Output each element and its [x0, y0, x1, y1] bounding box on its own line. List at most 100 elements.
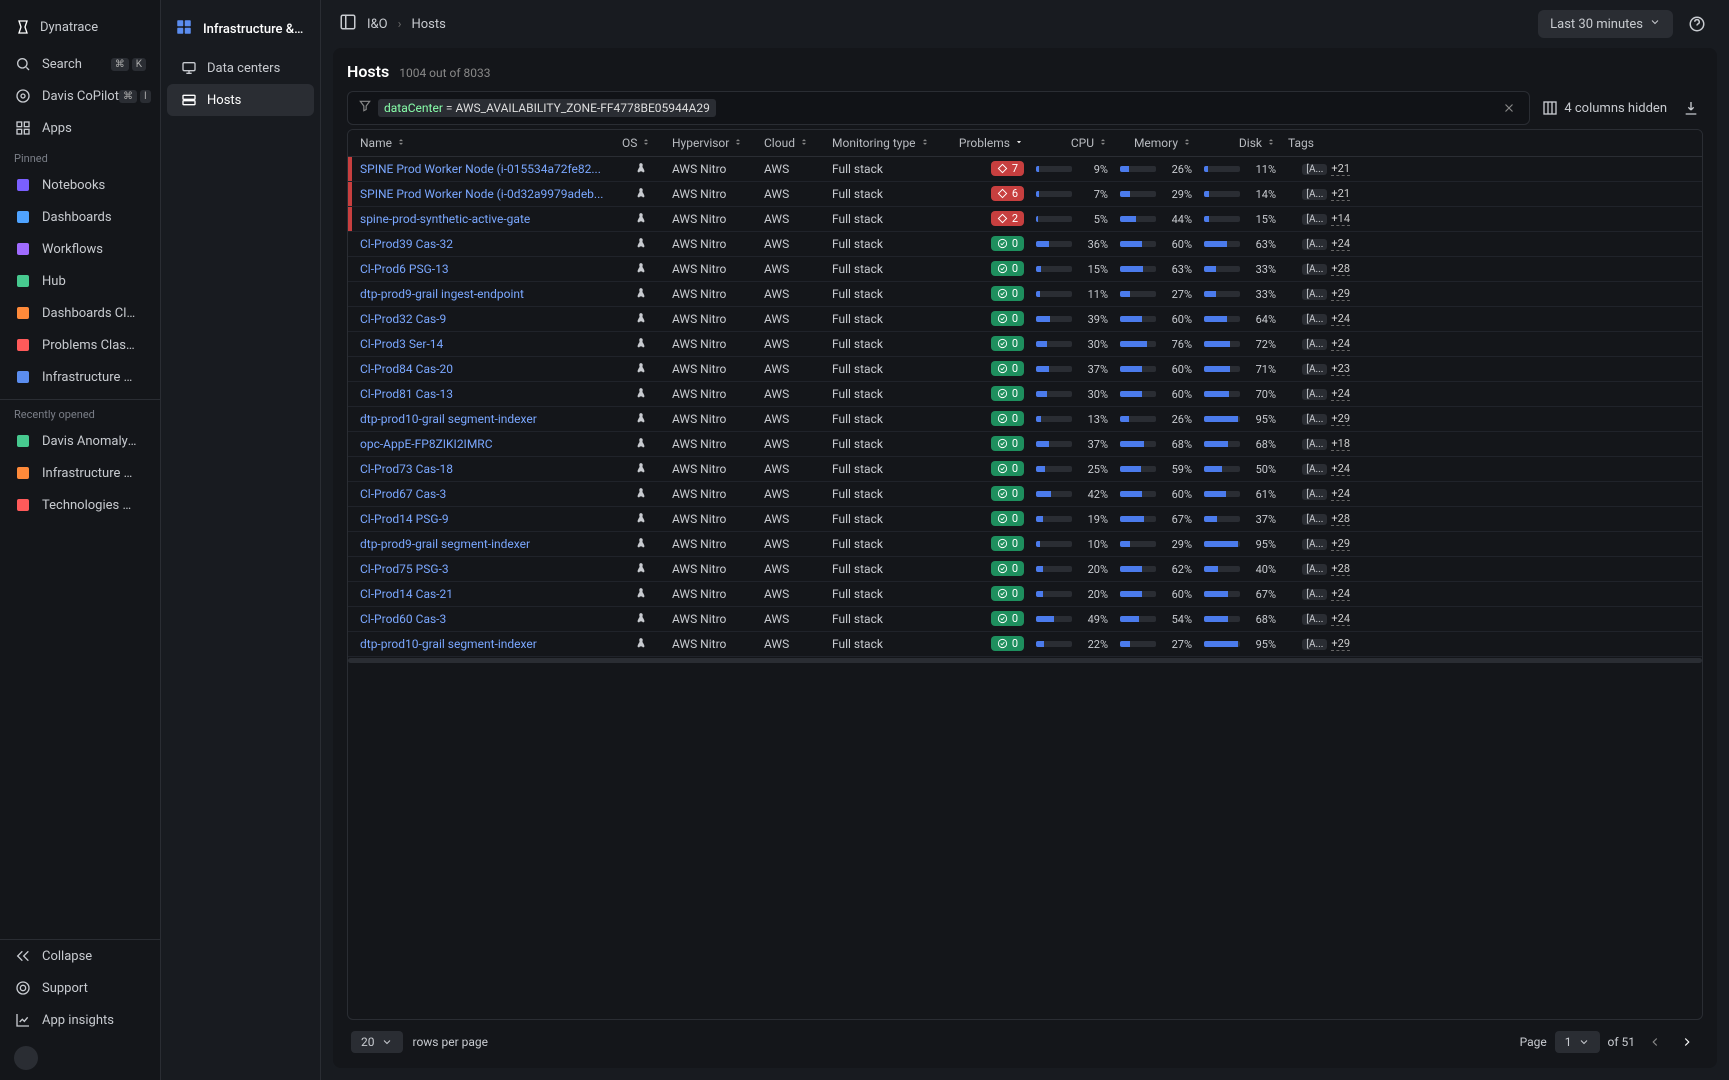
- time-range-selector[interactable]: Last 30 minutes: [1538, 10, 1673, 38]
- problem-badge[interactable]: 0: [991, 486, 1024, 501]
- tag-chip[interactable]: [A...: [1302, 589, 1327, 600]
- apps[interactable]: Apps: [0, 112, 160, 144]
- tags-more[interactable]: +28: [1331, 512, 1350, 526]
- collapse-button[interactable]: Collapse: [0, 940, 160, 972]
- clear-filter-button[interactable]: [1499, 98, 1519, 118]
- problem-badge[interactable]: 7: [991, 161, 1024, 176]
- tags-more[interactable]: +24: [1331, 337, 1350, 351]
- host-name-link[interactable]: Cl-Prod14 PSG-9: [354, 512, 616, 526]
- tag-chip[interactable]: [A...: [1302, 564, 1327, 575]
- pinned-item[interactable]: Workflows: [0, 233, 160, 265]
- col-tags[interactable]: Tags: [1282, 136, 1356, 150]
- pinned-item[interactable]: Hub: [0, 265, 160, 297]
- table-row[interactable]: Cl-Prod6 PSG-13 AWS Nitro AWS Full stack…: [348, 257, 1702, 282]
- tag-chip[interactable]: [A...: [1302, 489, 1327, 500]
- prev-page-button[interactable]: [1643, 1030, 1667, 1054]
- recent-item[interactable]: Davis Anomaly Detection: [0, 425, 160, 457]
- tag-chip[interactable]: [A...: [1302, 539, 1327, 550]
- host-name-link[interactable]: SPINE Prod Worker Node (i-0d32a9979adeb.…: [354, 187, 616, 201]
- filter-input[interactable]: dataCenter = AWS_AVAILABILITY_ZONE-FF477…: [347, 91, 1530, 125]
- problem-badge[interactable]: 0: [991, 586, 1024, 601]
- table-row[interactable]: Cl-Prod60 Cas-3 AWS Nitro AWS Full stack…: [348, 607, 1702, 632]
- problem-badge[interactable]: 0: [991, 536, 1024, 551]
- tag-chip[interactable]: [A...: [1302, 214, 1327, 225]
- tag-chip[interactable]: [A...: [1302, 339, 1327, 350]
- table-row[interactable]: Cl-Prod14 PSG-9 AWS Nitro AWS Full stack…: [348, 507, 1702, 532]
- tags-more[interactable]: +21: [1331, 187, 1350, 201]
- col-memory[interactable]: Memory: [1114, 136, 1198, 150]
- host-name-link[interactable]: Cl-Prod3 Ser-14: [354, 337, 616, 351]
- problem-badge[interactable]: 0: [991, 611, 1024, 626]
- host-name-link[interactable]: Cl-Prod14 Cas-21: [354, 587, 616, 601]
- host-name-link[interactable]: Cl-Prod81 Cas-13: [354, 387, 616, 401]
- table-row[interactable]: Cl-Prod39 Cas-32 AWS Nitro AWS Full stac…: [348, 232, 1702, 257]
- layout-icon[interactable]: [339, 13, 357, 35]
- host-name-link[interactable]: dtp-prod9-grail segment-indexer: [354, 537, 616, 551]
- problem-badge[interactable]: 0: [991, 386, 1024, 401]
- brand[interactable]: Dynatrace: [0, 12, 160, 42]
- tag-chip[interactable]: [A...: [1302, 264, 1327, 275]
- table-row[interactable]: dtp-prod10-grail segment-indexer AWS Nit…: [348, 407, 1702, 432]
- host-name-link[interactable]: dtp-prod10-grail segment-indexer: [354, 637, 616, 651]
- col-problems[interactable]: Problems: [946, 136, 1030, 150]
- tags-more[interactable]: +29: [1331, 287, 1350, 301]
- tags-more[interactable]: +21: [1331, 162, 1350, 176]
- tags-more[interactable]: +24: [1331, 387, 1350, 401]
- table-row[interactable]: Cl-Prod14 Cas-21 AWS Nitro AWS Full stac…: [348, 582, 1702, 607]
- problem-badge[interactable]: 0: [991, 436, 1024, 451]
- tags-more[interactable]: +29: [1331, 537, 1350, 551]
- problem-badge[interactable]: 2: [991, 211, 1024, 226]
- host-name-link[interactable]: Cl-Prod60 Cas-3: [354, 612, 616, 626]
- problem-badge[interactable]: 0: [991, 511, 1024, 526]
- table-row[interactable]: Cl-Prod75 PSG-3 AWS Nitro AWS Full stack…: [348, 557, 1702, 582]
- table-row[interactable]: opc-AppE-FP8ZIKI2IMRC AWS Nitro AWS Full…: [348, 432, 1702, 457]
- insights-button[interactable]: App insights: [0, 1004, 160, 1036]
- panel-nav-item[interactable]: Data centers: [167, 52, 314, 84]
- host-name-link[interactable]: spine-prod-synthetic-active-gate: [354, 212, 616, 226]
- col-cpu[interactable]: CPU: [1030, 136, 1114, 150]
- tags-more[interactable]: +24: [1331, 312, 1350, 326]
- host-name-link[interactable]: SPINE Prod Worker Node (i-015534a72fe82.…: [354, 162, 616, 176]
- panel-nav-item[interactable]: Hosts: [167, 84, 314, 116]
- host-name-link[interactable]: dtp-prod9-grail ingest-endpoint: [354, 287, 616, 301]
- tags-more[interactable]: +29: [1331, 637, 1350, 651]
- problem-badge[interactable]: 0: [991, 261, 1024, 276]
- col-name[interactable]: Name: [354, 136, 616, 150]
- tags-more[interactable]: +28: [1331, 262, 1350, 276]
- tags-more[interactable]: +24: [1331, 237, 1350, 251]
- table-row[interactable]: Cl-Prod84 Cas-20 AWS Nitro AWS Full stac…: [348, 357, 1702, 382]
- download-button[interactable]: [1679, 96, 1703, 120]
- problem-badge[interactable]: 0: [991, 311, 1024, 326]
- problem-badge[interactable]: 0: [991, 336, 1024, 351]
- tag-chip[interactable]: [A...: [1302, 439, 1327, 450]
- support-button[interactable]: Support: [0, 972, 160, 1004]
- col-os[interactable]: OS: [616, 136, 666, 150]
- pinned-item[interactable]: Infrastructure & Opera...: [0, 361, 160, 393]
- col-hypervisor[interactable]: Hypervisor: [666, 136, 758, 150]
- problem-badge[interactable]: 0: [991, 636, 1024, 651]
- host-name-link[interactable]: Cl-Prod39 Cas-32: [354, 237, 616, 251]
- tag-chip[interactable]: [A...: [1302, 514, 1327, 525]
- user-avatar[interactable]: [14, 1046, 38, 1070]
- tag-chip[interactable]: [A...: [1302, 239, 1327, 250]
- table-row[interactable]: SPINE Prod Worker Node (i-015534a72fe82.…: [348, 157, 1702, 182]
- problem-badge[interactable]: 0: [991, 236, 1024, 251]
- tag-chip[interactable]: [A...: [1302, 389, 1327, 400]
- tag-chip[interactable]: [A...: [1302, 289, 1327, 300]
- pinned-item[interactable]: Notebooks: [0, 169, 160, 201]
- host-name-link[interactable]: Cl-Prod84 Cas-20: [354, 362, 616, 376]
- pinned-item[interactable]: Dashboards: [0, 201, 160, 233]
- table-row[interactable]: Cl-Prod73 Cas-18 AWS Nitro AWS Full stac…: [348, 457, 1702, 482]
- table-row[interactable]: Cl-Prod3 Ser-14 AWS Nitro AWS Full stack…: [348, 332, 1702, 357]
- host-name-link[interactable]: Cl-Prod75 PSG-3: [354, 562, 616, 576]
- pinned-item[interactable]: Problems Classic: [0, 329, 160, 361]
- table-row[interactable]: Cl-Prod32 Cas-9 AWS Nitro AWS Full stack…: [348, 307, 1702, 332]
- tag-chip[interactable]: [A...: [1302, 314, 1327, 325]
- tags-more[interactable]: +24: [1331, 462, 1350, 476]
- tag-chip[interactable]: [A...: [1302, 164, 1327, 175]
- tag-chip[interactable]: [A...: [1302, 414, 1327, 425]
- table-row[interactable]: dtp-prod9-grail segment-indexer AWS Nitr…: [348, 532, 1702, 557]
- tags-more[interactable]: +28: [1331, 562, 1350, 576]
- col-disk[interactable]: Disk: [1198, 136, 1282, 150]
- rows-per-page-select[interactable]: 20: [351, 1031, 403, 1053]
